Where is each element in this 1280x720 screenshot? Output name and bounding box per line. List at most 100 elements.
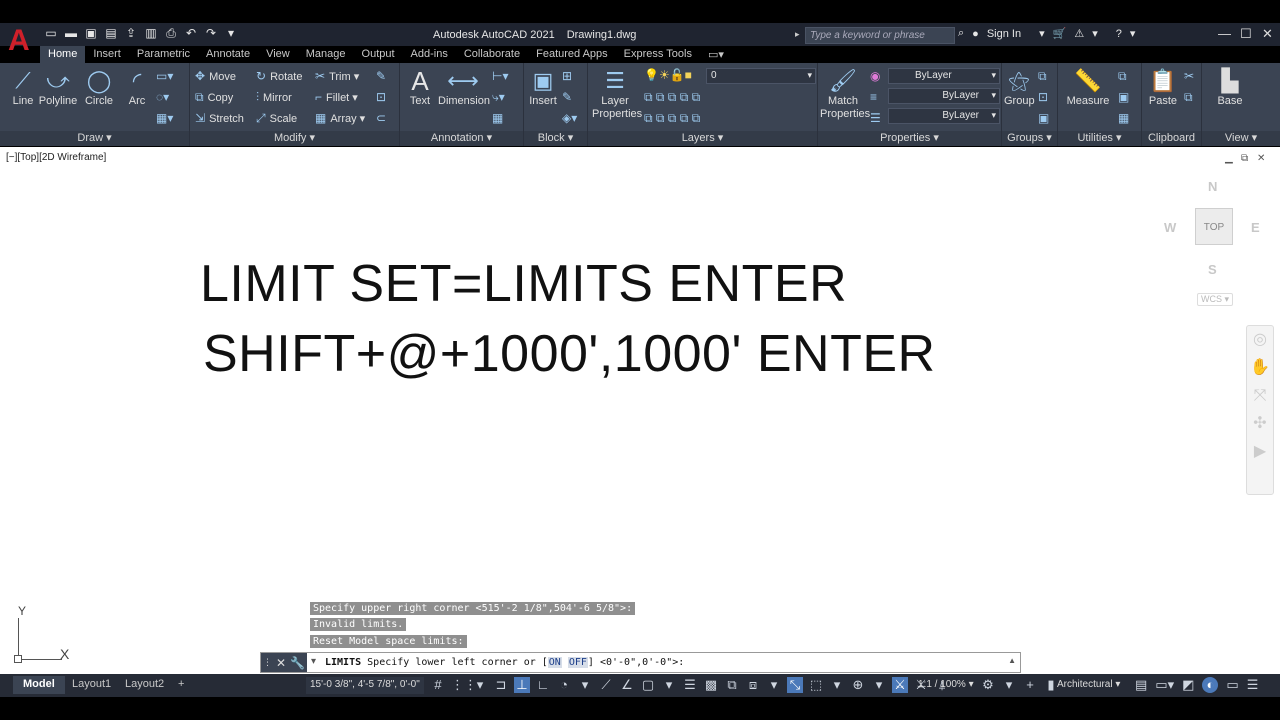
panel-title-view[interactable]: View ▾ xyxy=(1202,131,1280,146)
coordinates-readout[interactable]: 15'-0 3/8", 4'-5 7/8", 0'-0" xyxy=(306,677,424,694)
tab-view[interactable]: View xyxy=(258,46,298,63)
open-folder-icon[interactable]: ▬ xyxy=(64,26,78,40)
viewport-close-icon[interactable]: ✕ xyxy=(1257,153,1265,164)
steering-wheel-icon[interactable]: ◎ xyxy=(1247,326,1273,354)
workspace-gear-icon[interactable]: ⚙ xyxy=(980,677,996,693)
color-wheel-icon[interactable]: ◉ xyxy=(870,69,884,83)
trim-button[interactable]: ✂ Trim ▾ xyxy=(315,69,359,83)
arc-tool[interactable]: ◜ Arc xyxy=(120,67,154,107)
layer-tools-row2[interactable]: ⧉ ⧉ ⧉ ⧉ ⧉ xyxy=(644,111,704,126)
panel-title-groups[interactable]: Groups ▾ xyxy=(1002,131,1057,146)
tab-add-ins[interactable]: Add-ins xyxy=(403,46,456,63)
plot-icon[interactable]: ⎙ xyxy=(164,26,178,40)
chevron-down-icon[interactable]: ▾ xyxy=(472,677,488,693)
chevron-down-icon[interactable]: ▾ xyxy=(661,677,677,693)
tab-output[interactable]: Output xyxy=(354,46,403,63)
maximize-icon[interactable]: ☐ xyxy=(1240,26,1252,42)
dimension-tool[interactable]: ⟷ Dimension xyxy=(438,67,490,107)
panel-title-layers[interactable]: Layers ▾ xyxy=(588,131,817,146)
polar-tracking-icon[interactable]: ◔ xyxy=(556,677,572,693)
mirror-button[interactable]: ⫶ Mirror xyxy=(256,90,292,105)
add-icon[interactable]: + xyxy=(1022,677,1038,693)
upload-icon[interactable]: ⇪ xyxy=(124,26,138,40)
autodesk-app-icon[interactable]: ⚠ xyxy=(1074,27,1084,40)
tab-featured-apps[interactable]: Featured Apps xyxy=(528,46,616,63)
search-icon[interactable]: ⌕ xyxy=(958,27,964,40)
layer-state-icons[interactable]: 💡☀🔓■ xyxy=(644,68,696,82)
grid-icon[interactable]: # xyxy=(430,677,446,693)
annotation-visibility-icon[interactable]: ⚔ xyxy=(892,677,908,693)
zoom-extents-icon[interactable]: ⤧ xyxy=(1247,382,1273,410)
panel-title-clipboard[interactable]: Clipboard xyxy=(1142,131,1201,146)
gradient-icon[interactable]: ▦▾ xyxy=(156,111,177,125)
cut-icon[interactable]: ✂ xyxy=(1184,69,1198,83)
table-icon[interactable]: ▦ xyxy=(492,111,507,125)
text-tool[interactable]: A Text xyxy=(406,67,434,107)
sign-in-link[interactable]: Sign In xyxy=(987,28,1021,40)
panel-title-utilities[interactable]: Utilities ▾ xyxy=(1058,131,1141,146)
pan-icon[interactable]: ✋ xyxy=(1247,354,1273,382)
save-to-web-icon[interactable]: ▥ xyxy=(144,26,158,40)
add-layout-button[interactable]: + xyxy=(168,676,194,694)
linetype-icon[interactable]: ≡ xyxy=(870,90,881,104)
graphics-performance-icon[interactable]: ▭▾ xyxy=(1155,677,1174,693)
quick-select-icon[interactable]: ⧉ xyxy=(1118,69,1131,84)
transparency-icon[interactable]: ▩ xyxy=(703,677,719,693)
circle-tool[interactable]: ◯ Circle xyxy=(82,67,116,107)
hatch-icon[interactable]: ◌▾ xyxy=(156,90,173,104)
insert-tool[interactable]: ▣ Insert xyxy=(526,67,560,107)
multileader-icon[interactable]: ⤷▾ xyxy=(492,90,509,105)
select-all-icon[interactable]: ▣ xyxy=(1118,90,1133,104)
ribbon-options-icon[interactable]: ▭▾ xyxy=(700,46,724,63)
panel-title-annotation[interactable]: Annotation ▾ xyxy=(400,131,523,146)
drawing-canvas[interactable] xyxy=(0,147,1280,674)
lineweight-dropdown[interactable]: ByLayer xyxy=(888,108,1000,124)
showmotion-icon[interactable]: ▶ xyxy=(1247,438,1273,466)
chevron-down-icon[interactable]: ▾ xyxy=(1130,27,1136,40)
tab-manage[interactable]: Manage xyxy=(298,46,354,63)
rotate-button[interactable]: ↻ Rotate xyxy=(256,69,302,83)
array-button[interactable]: ▦ Array ▾ xyxy=(315,111,365,125)
rectangle-icon[interactable]: ▭▾ xyxy=(156,69,177,83)
orbit-icon[interactable]: ✣ xyxy=(1247,410,1273,438)
panel-title-draw[interactable]: Draw ▾ xyxy=(0,131,189,146)
tab-annotate[interactable]: Annotate xyxy=(198,46,258,63)
line-tool[interactable]: ⟋ Line xyxy=(6,67,40,107)
annotation-scale-dropdown[interactable]: 1:1 / 100% ▾ xyxy=(918,679,974,690)
viewcube-west[interactable]: W xyxy=(1164,220,1176,235)
erase-icon[interactable]: ✎ xyxy=(376,69,390,83)
close-command-line-icon[interactable]: ✕ xyxy=(276,656,286,670)
panel-title-properties[interactable]: Properties ▾ xyxy=(818,131,1001,146)
base-tool[interactable]: ▙ Base xyxy=(1210,67,1250,107)
viewcube-east[interactable]: E xyxy=(1251,220,1260,235)
polyline-tool[interactable]: ⤻ Polyline xyxy=(38,67,78,107)
gizmo-icon[interactable]: ⊕ xyxy=(850,677,866,693)
hardware-acceleration-icon[interactable]: ◐ xyxy=(1202,677,1219,693)
snap-icon[interactable]: ⋮⋮ xyxy=(451,677,477,693)
command-prompt-icon[interactable]: ▾ xyxy=(311,656,316,667)
ortho-icon[interactable]: ⊥ xyxy=(514,677,530,693)
match-properties-tool[interactable]: 🖌 Match Properties xyxy=(820,67,870,121)
explode-icon[interactable]: ⊡ xyxy=(376,90,390,104)
search-input[interactable]: Type a keyword or phrase xyxy=(805,27,955,44)
wcs-menu[interactable]: WCS ▾ xyxy=(1197,293,1234,306)
tab-collaborate[interactable]: Collaborate xyxy=(456,46,528,63)
option-on[interactable]: ON xyxy=(547,657,562,668)
viewport-minimize-icon[interactable]: ▁ xyxy=(1225,153,1233,164)
save-as-icon[interactable]: ▤ xyxy=(104,26,118,40)
viewcube-south[interactable]: S xyxy=(1208,262,1217,277)
paste-tool[interactable]: 📋 Paste xyxy=(1146,67,1180,107)
tab-express-tools[interactable]: Express Tools xyxy=(616,46,700,63)
chevron-down-icon[interactable]: ▾ xyxy=(829,677,845,693)
tab-parametric[interactable]: Parametric xyxy=(129,46,198,63)
chevron-down-icon[interactable]: ▾ xyxy=(1039,27,1045,40)
units-dropdown[interactable]: Architectural ▾ xyxy=(1057,679,1120,690)
chevron-down-icon[interactable]: ▾ xyxy=(1092,27,1098,40)
chevron-down-icon[interactable]: ▾ xyxy=(1001,677,1017,693)
viewport-restore-icon[interactable]: ⧉ xyxy=(1241,153,1248,164)
new-file-icon[interactable]: ▭ xyxy=(44,26,58,40)
dynamic-input-icon[interactable]: ∟ xyxy=(535,677,551,693)
help-icon[interactable]: ? xyxy=(1116,28,1122,40)
tab-model[interactable]: Model xyxy=(13,676,65,694)
autocad-logo-icon[interactable]: A xyxy=(8,26,34,56)
